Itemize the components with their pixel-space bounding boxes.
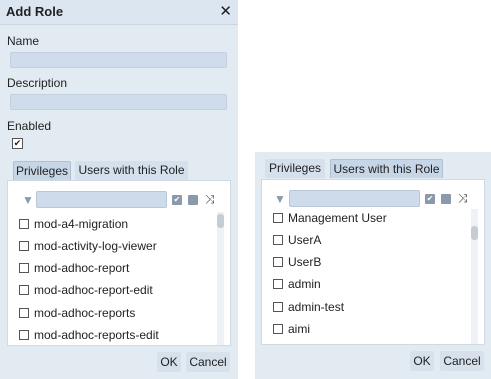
tab-privileges[interactable]: Privileges	[265, 159, 325, 178]
list-item[interactable]: Management User	[273, 209, 387, 227]
item-checkbox[interactable]	[19, 330, 29, 340]
list-item[interactable]: UserA	[273, 231, 321, 249]
privileges-list-panel: ▼ ✔ ⤨ mod-a4-migration mod-activity-log-…	[7, 180, 231, 346]
users-list: Management User UserA UserB admin admin-…	[273, 209, 473, 344]
list-item[interactable]: mod-activity-log-viewer	[19, 237, 157, 255]
shuffle-icon[interactable]: ⤨	[205, 193, 219, 205]
item-checkbox[interactable]	[273, 324, 283, 334]
description-label: Description	[7, 76, 68, 90]
filter-icon: ▼	[22, 193, 34, 207]
privileges-list: mod-a4-migration mod-activity-log-viewer…	[19, 212, 219, 345]
enabled-label: Enabled	[7, 119, 52, 133]
add-role-dialog: Add Role ✕ Name Description Enabled ✔ Pr…	[0, 0, 238, 379]
dialog-titlebar: Add Role ✕	[0, 0, 238, 25]
list-item[interactable]: admin	[273, 275, 321, 293]
name-field[interactable]	[10, 52, 227, 68]
scrollbar-thumb[interactable]	[217, 214, 224, 228]
dialog-title: Add Role	[6, 4, 64, 19]
item-checkbox[interactable]	[19, 241, 29, 251]
item-checkbox[interactable]	[273, 279, 283, 289]
users-with-role-dialog: Privileges Users with this Role ▼ ✔ ⤨ Ma…	[255, 152, 491, 379]
filter-input[interactable]	[289, 190, 420, 207]
list-item[interactable]: mod-adhoc-report	[19, 259, 129, 277]
list-item[interactable]: mod-a4-migration	[19, 215, 128, 233]
list-item[interactable]: aimi	[273, 320, 310, 338]
item-checkbox[interactable]	[19, 219, 29, 229]
list-item[interactable]: mod-adhoc-reports-edit	[19, 326, 159, 344]
close-icon[interactable]: ✕	[219, 2, 232, 20]
cancel-button[interactable]: Cancel	[440, 351, 484, 371]
shuffle-icon[interactable]: ⤨	[458, 192, 472, 204]
filter-input[interactable]	[36, 191, 167, 208]
item-checkbox[interactable]	[273, 235, 283, 245]
description-field[interactable]	[10, 94, 227, 110]
item-checkbox[interactable]	[19, 285, 29, 295]
check-all-icon[interactable]: ✔	[172, 195, 182, 205]
ok-button[interactable]: OK	[410, 351, 434, 371]
check-all-icon[interactable]: ✔	[425, 194, 435, 204]
list-item[interactable]: mod-adhoc-report-edit	[19, 281, 153, 299]
list-item[interactable]: admin-test	[273, 298, 344, 316]
list-item[interactable]: mod-adhoc-reports	[19, 304, 135, 322]
item-checkbox[interactable]	[19, 263, 29, 273]
uncheck-all-icon[interactable]	[188, 195, 198, 205]
enabled-checkbox[interactable]: ✔	[12, 138, 23, 149]
scrollbar[interactable]	[217, 212, 224, 345]
uncheck-all-icon[interactable]	[441, 194, 451, 204]
item-checkbox[interactable]	[273, 302, 283, 312]
name-label: Name	[7, 34, 40, 48]
scrollbar-thumb[interactable]	[471, 226, 478, 240]
cancel-button[interactable]: Cancel	[186, 352, 230, 372]
ok-button[interactable]: OK	[157, 352, 181, 372]
tab-privileges[interactable]: Privileges	[13, 161, 71, 180]
item-checkbox[interactable]	[19, 308, 29, 318]
list-item[interactable]: UserB	[273, 253, 321, 271]
scrollbar[interactable]	[471, 209, 478, 344]
users-list-panel: ▼ ✔ ⤨ Management User UserA UserB admin …	[261, 179, 485, 345]
filter-icon: ▼	[274, 192, 286, 206]
tab-users-with-role[interactable]: Users with this Role	[75, 161, 188, 180]
item-checkbox[interactable]	[273, 213, 283, 223]
item-checkbox[interactable]	[273, 257, 283, 267]
tab-users-with-role[interactable]: Users with this Role	[330, 159, 443, 178]
